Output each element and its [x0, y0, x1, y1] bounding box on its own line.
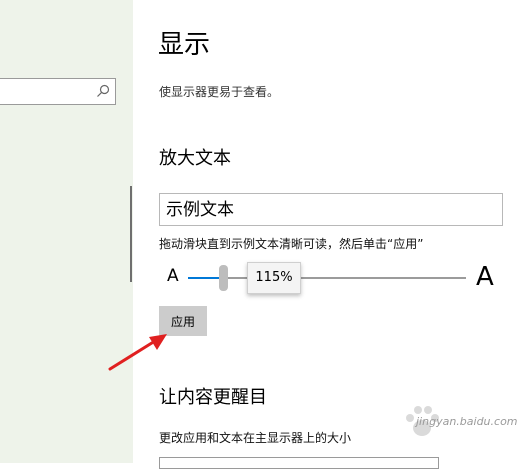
search-input[interactable]: [0, 78, 116, 105]
large-a-label: A: [476, 262, 494, 292]
page-subtitle: 使显示器更易于查看。: [159, 85, 280, 99]
red-arrow-annotation: [108, 334, 167, 371]
slider-track-filled[interactable]: [188, 277, 222, 279]
small-a-label: A: [167, 266, 179, 286]
watermark-text: jingyan.baidu.com: [416, 415, 518, 428]
scale-dropdown[interactable]: [159, 457, 439, 469]
page-title: 显示: [158, 30, 211, 60]
text-size-section-title: 放大文本: [159, 148, 231, 169]
slider-value-tooltip: 115%: [247, 262, 301, 294]
sample-text: 示例文本: [166, 200, 234, 220]
content-section-title: 让内容更醒目: [159, 387, 267, 408]
settings-nav-pane: [0, 0, 133, 463]
text-size-slider-thumb[interactable]: [219, 265, 228, 291]
search-icon[interactable]: [96, 84, 110, 98]
slider-instruction: 拖动滑块直到示例文本清晰可读，然后单击“应用”: [159, 237, 424, 251]
sample-text-box: 示例文本: [159, 193, 503, 226]
scrollbar-thumb[interactable]: [130, 186, 132, 282]
content-section-description: 更改应用和文本在主显示器上的大小: [159, 431, 352, 445]
